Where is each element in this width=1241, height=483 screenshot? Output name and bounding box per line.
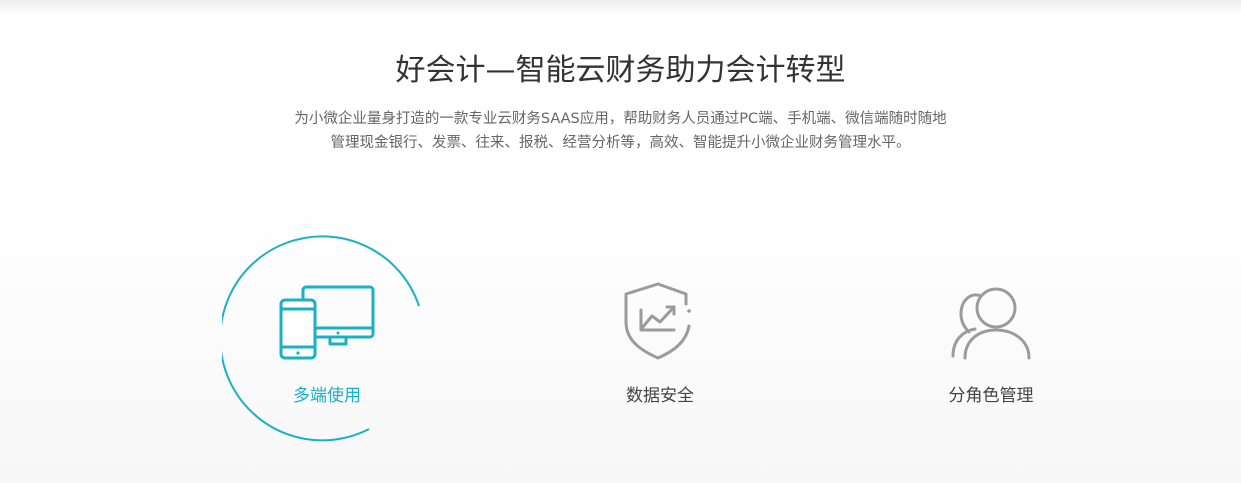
feature-role-management[interactable]: 分角色管理: [881, 238, 1101, 408]
data-security-shield-icon: [624, 282, 691, 360]
feature-label: 多端使用: [293, 386, 361, 406]
multi-device-icon: [279, 285, 375, 360]
subtitle-line-2: 管理现金银行、发票、往来、报税、经营分析等，高效、智能提升小微企业财务管理水平。: [330, 135, 911, 151]
feature-data-security[interactable]: 数据安全: [550, 238, 770, 408]
top-shadow: [0, 0, 1241, 14]
page-title: 好会计—智能云财务助力会计转型: [395, 53, 846, 88]
feature-label: 数据安全: [626, 386, 694, 406]
subtitle-line-1: 为小微企业量身打造的一款专业云财务SAAS应用，帮助财务人员通过PC端、手机端、…: [294, 111, 947, 127]
role-management-user-icon: [951, 287, 1031, 360]
feature-label: 分角色管理: [948, 386, 1034, 406]
feature-multi-device[interactable]: 多端使用: [217, 238, 437, 408]
